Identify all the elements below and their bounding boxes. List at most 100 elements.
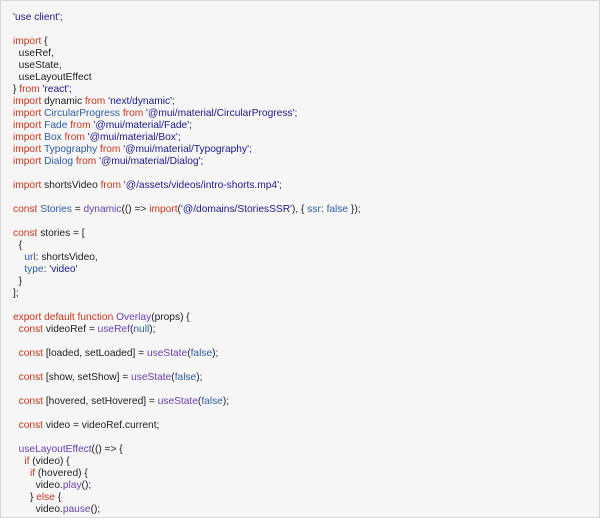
code-token: (props) {: [151, 312, 190, 323]
code-token: }: [13, 492, 37, 503]
code-token: );: [222, 396, 230, 407]
code-token: videoRef =: [43, 324, 98, 335]
code-token: false: [326, 204, 349, 215]
code-token: '@mui/material/Fade';: [90, 120, 193, 131]
code-token: [show, setShow] =: [43, 372, 132, 383]
code-token: import: [13, 96, 42, 107]
code-token: from: [84, 96, 106, 107]
code-token: '@mui/material/Typography';: [120, 144, 252, 155]
code-line: import dynamic from 'next/dynamic';: [13, 96, 361, 108]
code-token: else: [36, 492, 55, 503]
code-token: useLayoutEffect: [13, 444, 92, 455]
code-token: video.: [13, 504, 63, 515]
code-token: false: [190, 348, 213, 359]
code-line: useState,: [13, 60, 361, 72]
code-token: const: [13, 228, 38, 239]
code-line: if (video) {: [13, 456, 361, 468]
code-token: import: [13, 180, 42, 191]
code-token: 'use client';: [13, 12, 63, 23]
code-token: Fade: [41, 120, 71, 131]
code-token: );: [212, 348, 219, 359]
code-line: useRef,: [13, 48, 361, 60]
code-token: {: [13, 240, 23, 251]
code-token: const: [13, 420, 44, 431]
code-token: }: [13, 276, 23, 287]
code-token: import: [13, 120, 42, 131]
code-token: import: [13, 132, 42, 143]
code-token: null: [133, 324, 150, 335]
code-token: video.: [13, 480, 63, 491]
code-token: from: [70, 120, 91, 131]
code-line: ​: [13, 168, 361, 180]
code-line: const video = videoRef.current;: [13, 420, 361, 432]
code-token: import: [13, 156, 42, 167]
code-line: video.play();: [13, 480, 361, 492]
code-line: import Typography from '@mui/material/Ty…: [13, 144, 361, 156]
code-line: import shortsVideo from '@/assets/videos…: [13, 180, 361, 192]
code-line: import Box from '@mui/material/Box';: [13, 132, 361, 144]
code-token: import: [13, 144, 42, 155]
code-line: import {: [13, 36, 361, 48]
code-token: Dialog: [41, 156, 76, 167]
code-token: pause: [62, 504, 91, 515]
code-line: ​: [13, 432, 361, 444]
code-token: 'next/dynamic';: [105, 96, 175, 107]
code-line: ​: [13, 408, 361, 420]
code-token: video = videoRef.current;: [43, 420, 160, 431]
code-line: import Fade from '@mui/material/Fade';: [13, 120, 361, 132]
code-token: import: [13, 108, 42, 119]
code-line: const [show, setShow] = useState(false);: [13, 372, 361, 384]
code-token: play: [62, 480, 82, 491]
code-line: } else {: [13, 492, 361, 504]
code-token: {: [54, 492, 62, 503]
code-token: const: [13, 396, 44, 407]
code-token: ssr: [307, 204, 321, 215]
code-block[interactable]: 'use client';​import { useRef, useState,…: [13, 12, 361, 516]
code-token: useState,: [13, 60, 62, 71]
code-token: shortsVideo: [41, 180, 101, 191]
code-line: ​: [13, 192, 361, 204]
code-token: import: [149, 204, 178, 215]
code-token: CircularProgress: [41, 108, 123, 119]
code-token: (video) {: [29, 456, 70, 467]
code-token: (() =>: [121, 204, 150, 215]
code-token: ];: [13, 288, 19, 299]
code-token: [hovered, setHovered] =: [43, 396, 158, 407]
code-token: import: [13, 36, 42, 47]
code-line: import Dialog from '@mui/material/Dialog…: [13, 156, 361, 168]
code-token: 'video': [49, 264, 78, 275]
code-token: Typography: [41, 144, 101, 155]
code-token: useLayoutEffect: [13, 72, 92, 83]
code-line: ];: [13, 288, 361, 300]
code-editor-panel: 'use client';​import { useRef, useState,…: [0, 0, 600, 518]
code-token: useState: [157, 396, 198, 407]
code-token: =: [71, 204, 84, 215]
code-token: const: [13, 204, 38, 215]
code-token: '@mui/material/Box';: [84, 132, 181, 143]
code-token: ();: [81, 480, 92, 491]
code-line: video.pause();: [13, 504, 361, 516]
code-token: '@mui/material/Dialog';: [96, 156, 204, 167]
code-line: ​: [13, 336, 361, 348]
code-line: 'use client';: [13, 12, 361, 24]
code-line: const [loaded, setLoaded] = useState(fal…: [13, 348, 361, 360]
code-token: from: [64, 132, 85, 143]
code-token: url: [13, 252, 36, 263]
code-token: ();: [90, 504, 101, 515]
code-token: const: [13, 348, 44, 359]
code-token: [loaded, setLoaded] =: [43, 348, 147, 359]
code-token: );: [196, 372, 203, 383]
code-token: from: [75, 156, 97, 167]
code-line: ​: [13, 24, 361, 36]
code-line: const [hovered, setHovered] = useState(f…: [13, 396, 361, 408]
code-token: useState: [131, 372, 172, 383]
code-token: if: [13, 468, 36, 479]
code-token: from: [19, 84, 40, 95]
code-token: Box: [41, 132, 65, 143]
code-token: false: [174, 372, 197, 383]
code-token: useState: [146, 348, 188, 359]
code-token: stories = [: [37, 228, 85, 239]
code-token: '@/domains/StoriesSSR': [180, 204, 292, 215]
code-line: url: shortsVideo,: [13, 252, 361, 264]
code-token: dynamic: [41, 96, 85, 107]
